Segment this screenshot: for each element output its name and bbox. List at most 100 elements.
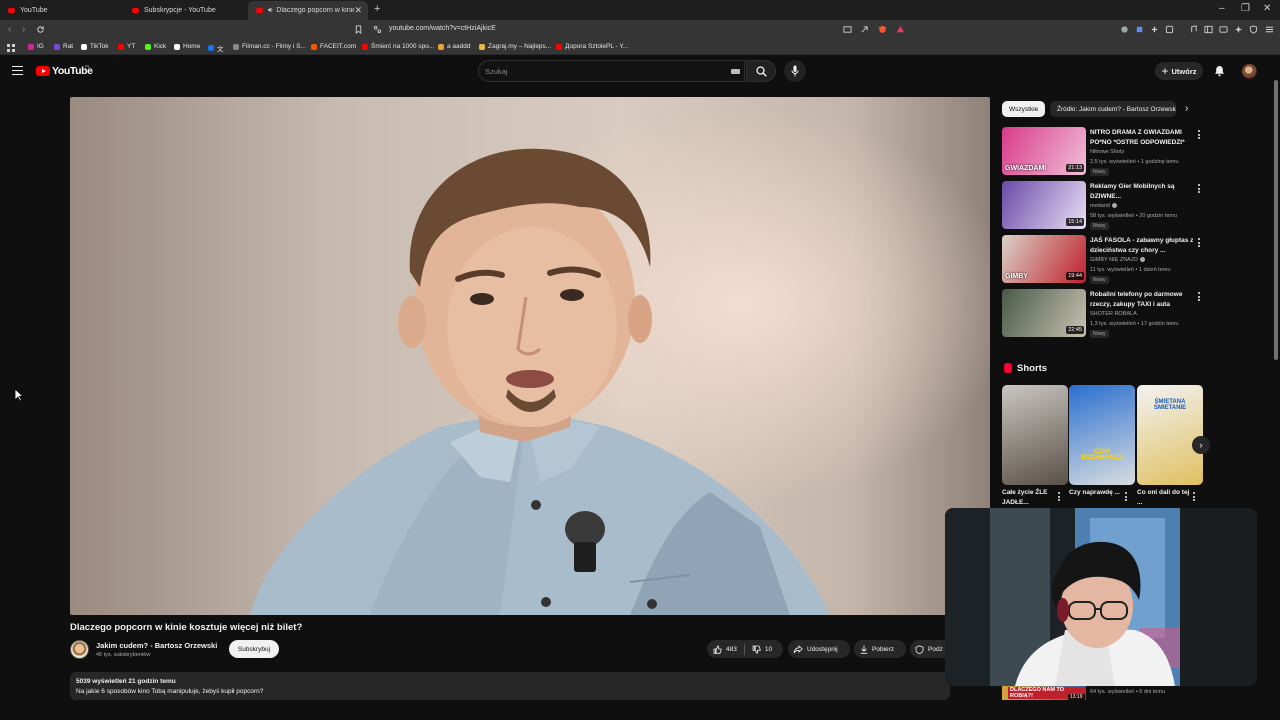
recommendation-item[interactable]: GWIAZDAMI 21:13 NITRO DRAMA Z GWIAZDAMI PO… (1002, 127, 1202, 177)
bookmark-item[interactable]: 文 (208, 43, 224, 53)
share-page-icon[interactable] (860, 25, 869, 34)
thanks-button[interactable]: Podz (910, 640, 950, 658)
apps-grid-icon[interactable] (7, 44, 15, 52)
more-actions-icon[interactable] (1198, 292, 1200, 303)
recommendation-channel[interactable]: GIMBY NIE ZNAJO (1090, 257, 1145, 263)
extension-icon[interactable] (1120, 25, 1129, 34)
reload-icon[interactable] (36, 25, 45, 34)
bookmark-item[interactable]: Zagraj.my – Najleps... (479, 43, 551, 50)
account-avatar[interactable] (1242, 64, 1257, 79)
extension-icon[interactable] (1135, 25, 1144, 34)
guide-menu-icon[interactable] (12, 66, 23, 75)
extension-icon[interactable] (1165, 25, 1174, 34)
recommendation-item[interactable]: 22:45 Robaliní telefony po darmowe rzeczy… (1002, 289, 1202, 339)
minimize-icon[interactable]: – (1219, 3, 1225, 14)
share-button[interactable]: Udostępnij (788, 640, 850, 658)
leo-ai-icon[interactable] (1234, 25, 1243, 34)
recommendation-thumbnail[interactable]: GWIAZDAMI 21:13 (1002, 127, 1086, 175)
like-button[interactable]: 483 (707, 644, 737, 654)
recommendation-thumbnail[interactable]: 15:14 (1002, 181, 1086, 229)
more-actions-icon[interactable] (1193, 492, 1195, 503)
page-scrollbar-thumb[interactable] (1274, 80, 1278, 360)
rewards-icon[interactable] (896, 25, 905, 34)
brave-shield-icon[interactable] (878, 25, 887, 34)
channel-name[interactable]: Jakim cudem? - Bartosz Orzewski (96, 641, 217, 650)
bookmark-item[interactable]: IG (28, 43, 44, 50)
wallet-icon[interactable] (1219, 25, 1228, 34)
voice-search-button[interactable] (784, 60, 806, 82)
more-actions-icon[interactable] (1198, 238, 1200, 249)
tab-subscriptions[interactable]: Subskrypcje - YouTube (124, 2, 248, 19)
tab-youtube[interactable]: YouTube (0, 2, 124, 19)
cast-icon[interactable] (843, 25, 852, 34)
vpn-icon[interactable] (1249, 25, 1258, 34)
url-text[interactable]: youtube.com/watch?v=ctHziAjkicE (389, 25, 496, 32)
speaker-icon[interactable]: 🔊︎ (268, 7, 272, 15)
dislike-button[interactable]: 10 (752, 645, 772, 654)
close-window-icon[interactable]: ✕ (1263, 3, 1271, 14)
video-title: Dlaczego popcorn w kinie kosztuje więcej… (70, 622, 303, 633)
short-title[interactable]: Co oni dali do tej ... (1137, 488, 1193, 508)
sidebar-toggle-icon[interactable] (1204, 25, 1213, 34)
recommendation-item[interactable]: 15:14 Reklamy Gier Mobilnych są DZIWNE...… (1002, 181, 1202, 231)
more-actions-icon[interactable] (1198, 184, 1200, 195)
search-button[interactable] (746, 60, 776, 82)
bookmark-item[interactable]: YT (118, 43, 135, 50)
keyboard-icon[interactable] (731, 69, 740, 74)
recommendation-thumbnail[interactable]: GIMBY 19:44 (1002, 235, 1086, 283)
channel-avatar[interactable] (70, 640, 89, 659)
media-icon[interactable] (1189, 25, 1198, 34)
bookmark-item[interactable]: Filman.cc - Filmy i S... (233, 43, 306, 50)
recommendation-title[interactable]: JAŚ FASOLA - zabawny głuptas z dziecińst… (1090, 236, 1196, 255)
description-box[interactable] (70, 672, 950, 700)
short-thumbnail[interactable]: ŚMIETANA ŚMIETANIE (1137, 385, 1203, 485)
chips-next-icon[interactable]: › (1185, 103, 1188, 114)
restore-icon[interactable]: ❐ (1241, 3, 1250, 14)
video-player[interactable] (70, 97, 990, 615)
bookmark-item[interactable]: Rat (54, 43, 73, 50)
bookmark-item[interactable]: Дорога SztolePL - Y... (556, 43, 628, 50)
create-button[interactable]: + Utwórz (1155, 62, 1203, 80)
chip-all[interactable]: Wszystkie (1002, 101, 1046, 117)
forward-icon[interactable]: › (22, 24, 25, 35)
recommendation-channel[interactable]: SHOTER ROBALA (1090, 311, 1137, 317)
short-title[interactable]: Czy naprawdę ... (1069, 488, 1125, 498)
more-actions-icon[interactable] (1058, 492, 1060, 503)
more-actions-icon[interactable] (1198, 130, 1200, 141)
download-button[interactable]: Pobierz (854, 640, 906, 658)
recommendation-thumbnail[interactable]: 22:45 (1002, 289, 1086, 337)
more-actions-icon[interactable] (1125, 492, 1127, 503)
youtube-logo-icon[interactable] (36, 66, 50, 76)
bookmark-item[interactable]: TikTok (81, 43, 109, 50)
recommendation-title[interactable]: Reklamy Gier Mobilnych są DZIWNE... (1090, 182, 1196, 201)
bookmark-item[interactable]: FACEIT.com (311, 43, 356, 50)
bookmark-icon[interactable] (354, 25, 363, 34)
short-caption: ŚMIETANA ŚMIETANIE (1153, 399, 1187, 411)
shorts-next-button[interactable]: › (1192, 436, 1210, 454)
bookmark-item[interactable]: a aaddd (438, 43, 471, 50)
bookmark-favicon-icon (438, 43, 444, 50)
recommendation-item[interactable]: GIMBY 19:44 JAŚ FASOLA - zabawny głuptas z… (1002, 235, 1202, 285)
short-thumbnail[interactable]: CZAS EGZAMINACJI (1069, 385, 1135, 485)
close-tab-icon[interactable]: ✕ (354, 5, 362, 16)
back-icon[interactable]: ‹ (8, 24, 11, 35)
recommendation-title[interactable]: NITRO DRAMA Z GWIAZDAMI PO*NO *OSTRE ODP… (1090, 128, 1196, 147)
notifications-bell-icon[interactable] (1214, 65, 1225, 77)
short-thumbnail[interactable] (1002, 385, 1068, 485)
recommendation-channel[interactable]: Nitrowe Shoty (1090, 149, 1124, 155)
menu-icon[interactable] (1265, 25, 1274, 34)
extension-icon[interactable] (1150, 25, 1159, 34)
tab-active-video[interactable]: 🔊︎ Dlaczego popcorn w kinie k ✕ (248, 1, 368, 20)
bookmark-item[interactable]: Kick (145, 43, 166, 50)
short-title[interactable]: Całe życie ŹLE JADŁE... (1002, 488, 1058, 508)
recommendation-channel[interactable]: medarid (1090, 203, 1117, 209)
chip-from-channel[interactable]: Źródło: Jakim cudem? - Bartosz Orzewski (1050, 101, 1176, 117)
bookmark-item[interactable]: Home (174, 43, 200, 50)
bookmark-item[interactable]: Śmierć na 1000 spo... (362, 43, 434, 50)
recommendation-title[interactable]: Robaliní telefony po darmowe rzeczy, zak… (1090, 290, 1196, 309)
site-info-icon[interactable] (373, 25, 382, 34)
subscribe-button[interactable]: Subskrybuj (229, 640, 279, 658)
new-tab-button[interactable]: + (374, 3, 380, 15)
search-input[interactable] (485, 65, 715, 78)
like-dislike-bar: 483 10 (707, 640, 783, 658)
